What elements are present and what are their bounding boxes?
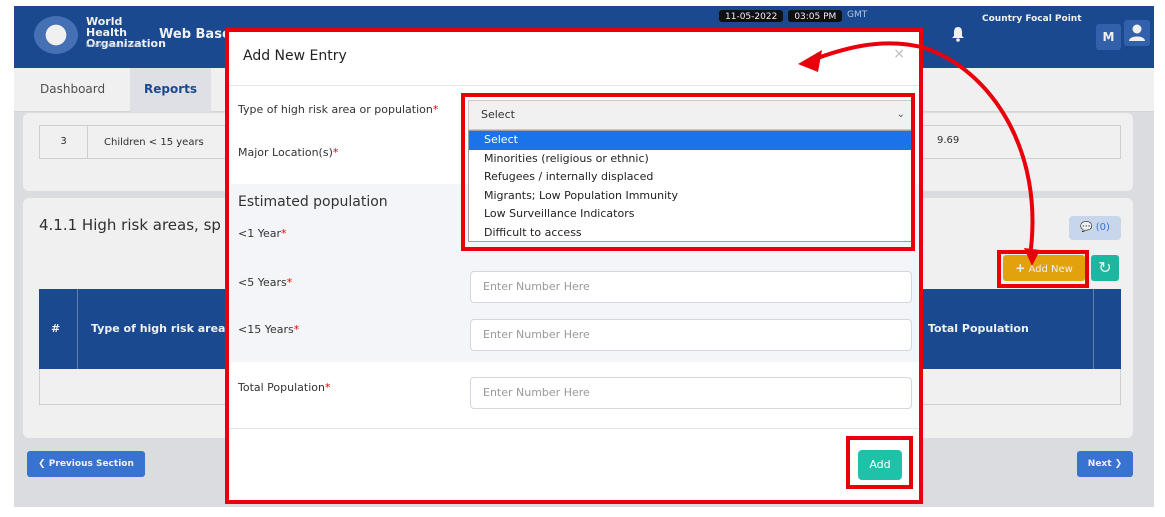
required-mark: *	[432, 103, 439, 116]
total-label-text: Total Population	[238, 381, 325, 394]
lt1-label-text: <1 Year	[238, 227, 282, 240]
lt15-input[interactable]: Enter Number Here	[470, 319, 912, 351]
estimated-population-title: Estimated population	[238, 194, 388, 210]
total-label: Total Population*	[238, 381, 330, 394]
total-input[interactable]: Enter Number Here	[470, 377, 912, 409]
modal-header: Add New Entry ×	[229, 32, 919, 86]
modal-title: Add New Entry	[243, 48, 347, 64]
location-label: Major Location(s)*	[238, 146, 338, 159]
required-mark: *	[324, 381, 331, 394]
required-mark: *	[332, 146, 339, 159]
lt15-label: <15 Years*	[238, 323, 299, 336]
close-icon[interactable]: ×	[893, 46, 905, 62]
type-label: Type of high risk area or population*	[238, 103, 438, 116]
lt15-label-text: <15 Years	[238, 323, 294, 336]
lt5-label: <5 Years*	[238, 276, 292, 289]
required-mark: *	[281, 227, 287, 240]
add-new-highlight-box	[997, 250, 1089, 288]
lt1-label: <1 Year*	[238, 227, 287, 240]
add-button-highlight-box	[846, 436, 913, 489]
lt5-label-text: <5 Years	[238, 276, 287, 289]
modal-footer-divider	[229, 428, 919, 429]
location-label-text: Major Location(s)	[238, 146, 333, 159]
lt5-input[interactable]: Enter Number Here	[470, 271, 912, 303]
required-mark: *	[286, 276, 293, 289]
required-mark: *	[293, 323, 300, 336]
dropdown-highlight-box	[461, 93, 915, 251]
type-label-text: Type of high risk area or population	[238, 103, 433, 116]
